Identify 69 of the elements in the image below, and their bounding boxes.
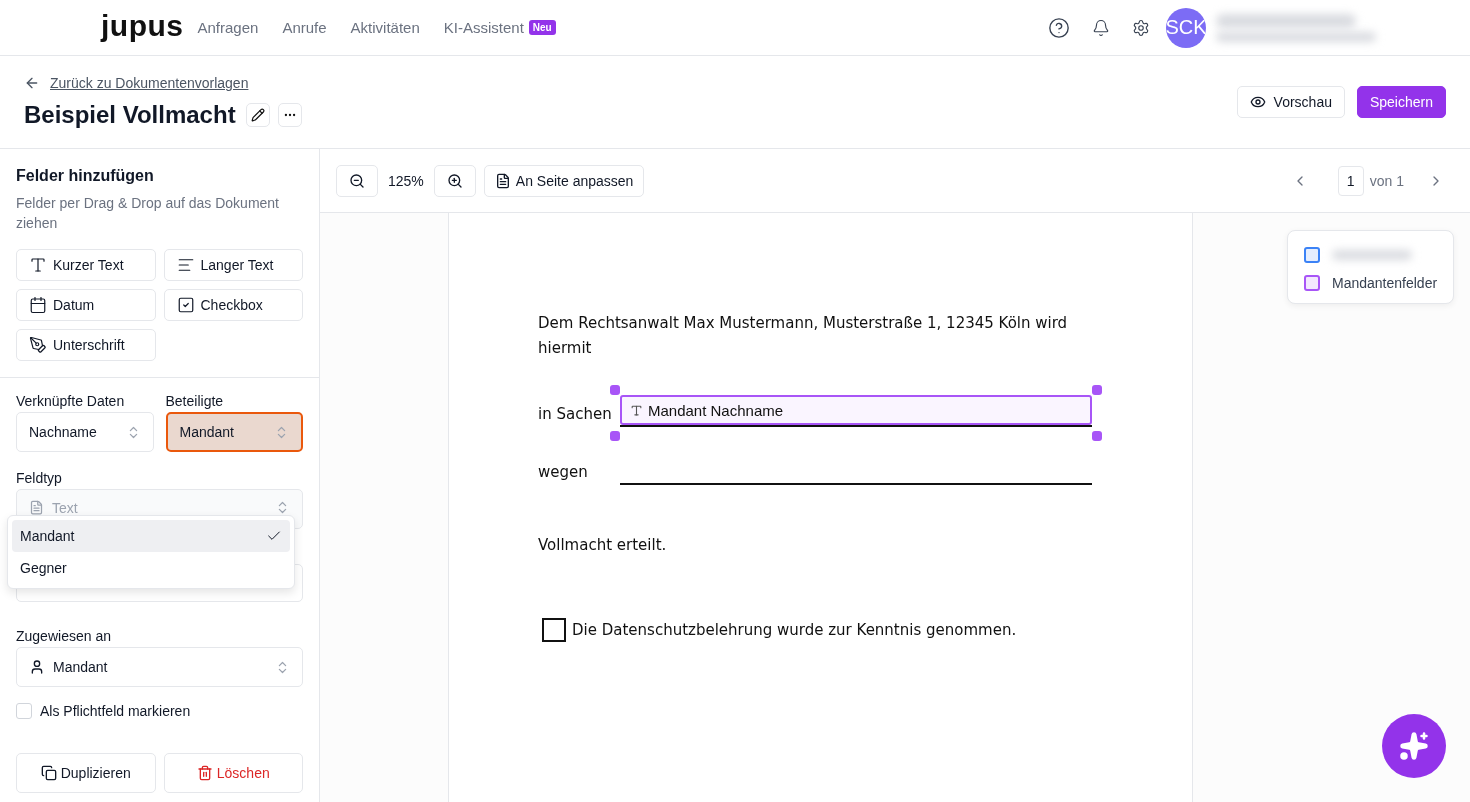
pen-icon bbox=[29, 336, 47, 354]
zoom-level: 125% bbox=[388, 172, 424, 189]
field-label: Feldtyp bbox=[16, 470, 63, 486]
field-type-button[interactable]: Langer Text bbox=[163, 249, 303, 281]
lines-icon bbox=[176, 256, 195, 274]
section-title: Felder hinzufügen bbox=[16, 167, 155, 185]
checkbox-label: Als Pflichtfeld markieren bbox=[40, 703, 191, 719]
resize-handle[interactable] bbox=[1092, 431, 1102, 441]
zoom-in-icon bbox=[446, 172, 463, 189]
checkbox[interactable] bbox=[16, 703, 32, 719]
calendar-icon bbox=[29, 296, 47, 314]
duplicate-button[interactable]: Duplizieren bbox=[16, 753, 156, 793]
bell-icon[interactable] bbox=[1092, 18, 1110, 37]
resize-handle[interactable] bbox=[610, 385, 620, 395]
document-text: Dem Rechtsanwalt Max Mustermann, Musterstraße 1, 12345 Köln wird hiermit bbox=[538, 313, 1069, 359]
text-icon bbox=[630, 403, 643, 417]
nav-link[interactable]: Anrufe bbox=[282, 19, 327, 36]
placed-field[interactable]: Mandant Nachname bbox=[620, 395, 1092, 425]
menu-option[interactable]: Mandant bbox=[12, 520, 290, 552]
fit-page-button[interactable]: An Seite anpassen bbox=[483, 164, 645, 197]
page-total: von 1 bbox=[1369, 172, 1404, 189]
settings-icon[interactable] bbox=[1132, 18, 1150, 37]
edit-button[interactable] bbox=[245, 103, 270, 127]
new-badge: Neu bbox=[528, 20, 556, 35]
resize-handle[interactable] bbox=[1092, 385, 1102, 395]
eye-icon bbox=[1249, 94, 1266, 110]
help-icon[interactable] bbox=[1048, 16, 1070, 39]
document-text: wegen bbox=[538, 463, 589, 483]
nav-link[interactable]: KI-Assistent Neu bbox=[443, 19, 556, 36]
document-icon bbox=[29, 500, 44, 515]
avatar[interactable]: SCK bbox=[1166, 7, 1206, 48]
save-button[interactable]: Speichern bbox=[1356, 86, 1446, 118]
select-field[interactable]: Nachname bbox=[16, 412, 154, 452]
field-type-button[interactable]: Kurzer Text bbox=[16, 249, 156, 281]
hint-text: Felder per Drag & Drop auf das Dokument ziehen bbox=[16, 194, 280, 233]
page-number-field[interactable]: 1 bbox=[1337, 165, 1364, 196]
field-type-button[interactable]: Unterschrift bbox=[16, 329, 156, 361]
legend-label: Mandantenfelder bbox=[1332, 275, 1438, 291]
field-label: Verknüpfte Daten bbox=[16, 393, 126, 409]
page-title: Beispiel Vollmacht bbox=[24, 101, 236, 129]
zoom-out-button[interactable] bbox=[336, 164, 378, 197]
pencil-icon bbox=[250, 108, 265, 122]
document-text: in Sachen bbox=[538, 405, 612, 425]
document-icon bbox=[494, 172, 511, 189]
delete-button[interactable]: Löschen bbox=[163, 753, 303, 793]
nav-link[interactable]: Aktivitäten bbox=[350, 19, 420, 36]
logo[interactable]: jupus bbox=[101, 8, 184, 43]
person-icon bbox=[29, 659, 45, 675]
document-text: Die Datenschutzbelehrung wurde zur Kenntnis genommen. bbox=[572, 621, 1017, 639]
text-icon bbox=[29, 256, 47, 274]
back-link[interactable]: Zurück zu Dokumentenvorlagen bbox=[50, 75, 249, 91]
zoom-out-icon bbox=[349, 172, 365, 189]
select-field[interactable]: Mandant bbox=[165, 412, 303, 452]
checkbox-icon bbox=[176, 296, 195, 314]
select-field[interactable]: Mandant bbox=[16, 647, 303, 687]
field-label: Beteiligte bbox=[165, 393, 225, 409]
field-type-button[interactable]: Datum bbox=[16, 289, 156, 321]
document-checkbox[interactable] bbox=[542, 618, 566, 642]
field-label: Zugewiesen an bbox=[16, 628, 112, 644]
sparkle-icon bbox=[1399, 731, 1429, 761]
document-text: Vollmacht erteilt. bbox=[538, 535, 668, 556]
trash-icon bbox=[196, 765, 213, 781]
field-type-button[interactable]: Checkbox bbox=[163, 289, 303, 321]
zoom-in-button[interactable] bbox=[433, 164, 476, 197]
copy-icon bbox=[40, 765, 57, 781]
resize-handle[interactable] bbox=[610, 431, 620, 441]
preview-button[interactable]: Vorschau bbox=[1236, 86, 1345, 118]
menu-option[interactable]: Gegner bbox=[12, 552, 290, 584]
nav-link[interactable]: Anfragen bbox=[197, 19, 259, 36]
